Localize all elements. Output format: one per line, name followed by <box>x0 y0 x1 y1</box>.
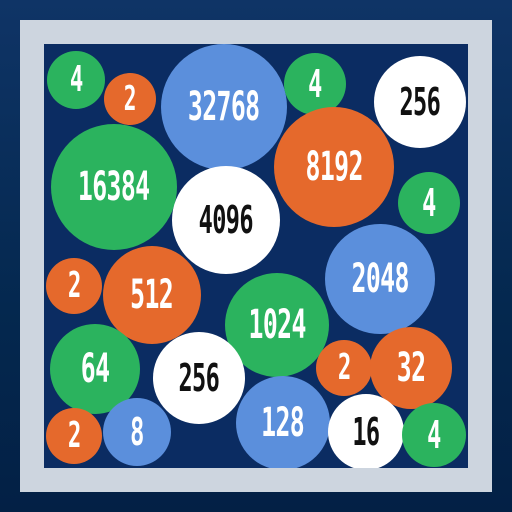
bubble-tile[interactable]: 256 <box>153 332 245 424</box>
bubble-tile[interactable]: 32768 <box>161 44 287 170</box>
bubble-tile[interactable]: 2 <box>316 340 372 396</box>
tile-value: 32768 <box>188 84 260 130</box>
tile-value: 16 <box>352 410 380 454</box>
bubble-tile[interactable]: 4 <box>398 172 460 234</box>
bubble-tile[interactable]: 4096 <box>172 166 280 274</box>
tile-value: 4 <box>427 413 441 457</box>
tile-value: 256 <box>399 80 441 124</box>
tile-value: 2 <box>67 415 81 456</box>
tile-value: 2 <box>337 347 351 388</box>
tile-value: 4096 <box>198 198 254 242</box>
tile-value: 2 <box>67 265 81 306</box>
bubble-tile[interactable]: 2 <box>46 258 102 314</box>
tile-value: 4 <box>422 181 436 225</box>
tile-value: 2048 <box>351 256 409 302</box>
bubble-tile[interactable]: 128 <box>236 376 330 468</box>
tile-value: 4 <box>308 62 322 106</box>
bubble-tile[interactable]: 4 <box>402 403 466 467</box>
bubble-tile[interactable]: 8192 <box>274 107 394 227</box>
bubble-tile[interactable]: 2 <box>104 73 156 125</box>
bubble-tile[interactable]: 2 <box>46 408 102 464</box>
bubble-tile[interactable]: 2048 <box>325 224 435 334</box>
tile-value: 1024 <box>248 302 306 348</box>
bubble-tile[interactable]: 4 <box>47 51 105 109</box>
tile-value: 128 <box>261 400 306 446</box>
bubble-tile[interactable]: 256 <box>374 56 466 148</box>
bubble-tile[interactable]: 4 <box>284 53 346 115</box>
tile-value: 8192 <box>305 144 363 190</box>
bubble-tile[interactable]: 16 <box>328 394 404 468</box>
tile-value: 16384 <box>78 164 150 210</box>
game-board: 4 2 32768 4 256 16384 8192 4096 4 2048 2… <box>44 44 468 468</box>
game-screen: 4 2 32768 4 256 16384 8192 4096 4 2048 2… <box>0 0 512 512</box>
tile-value: 256 <box>178 356 220 400</box>
tile-value: 512 <box>130 272 175 318</box>
tile-value: 64 <box>80 346 110 392</box>
tile-value: 2 <box>123 79 137 119</box>
tile-value: 8 <box>130 410 144 454</box>
tile-value: 32 <box>396 345 426 391</box>
tile-value: 4 <box>69 59 83 100</box>
bubble-tile[interactable]: 16384 <box>51 124 177 250</box>
bubble-tile[interactable]: 8 <box>103 398 171 466</box>
